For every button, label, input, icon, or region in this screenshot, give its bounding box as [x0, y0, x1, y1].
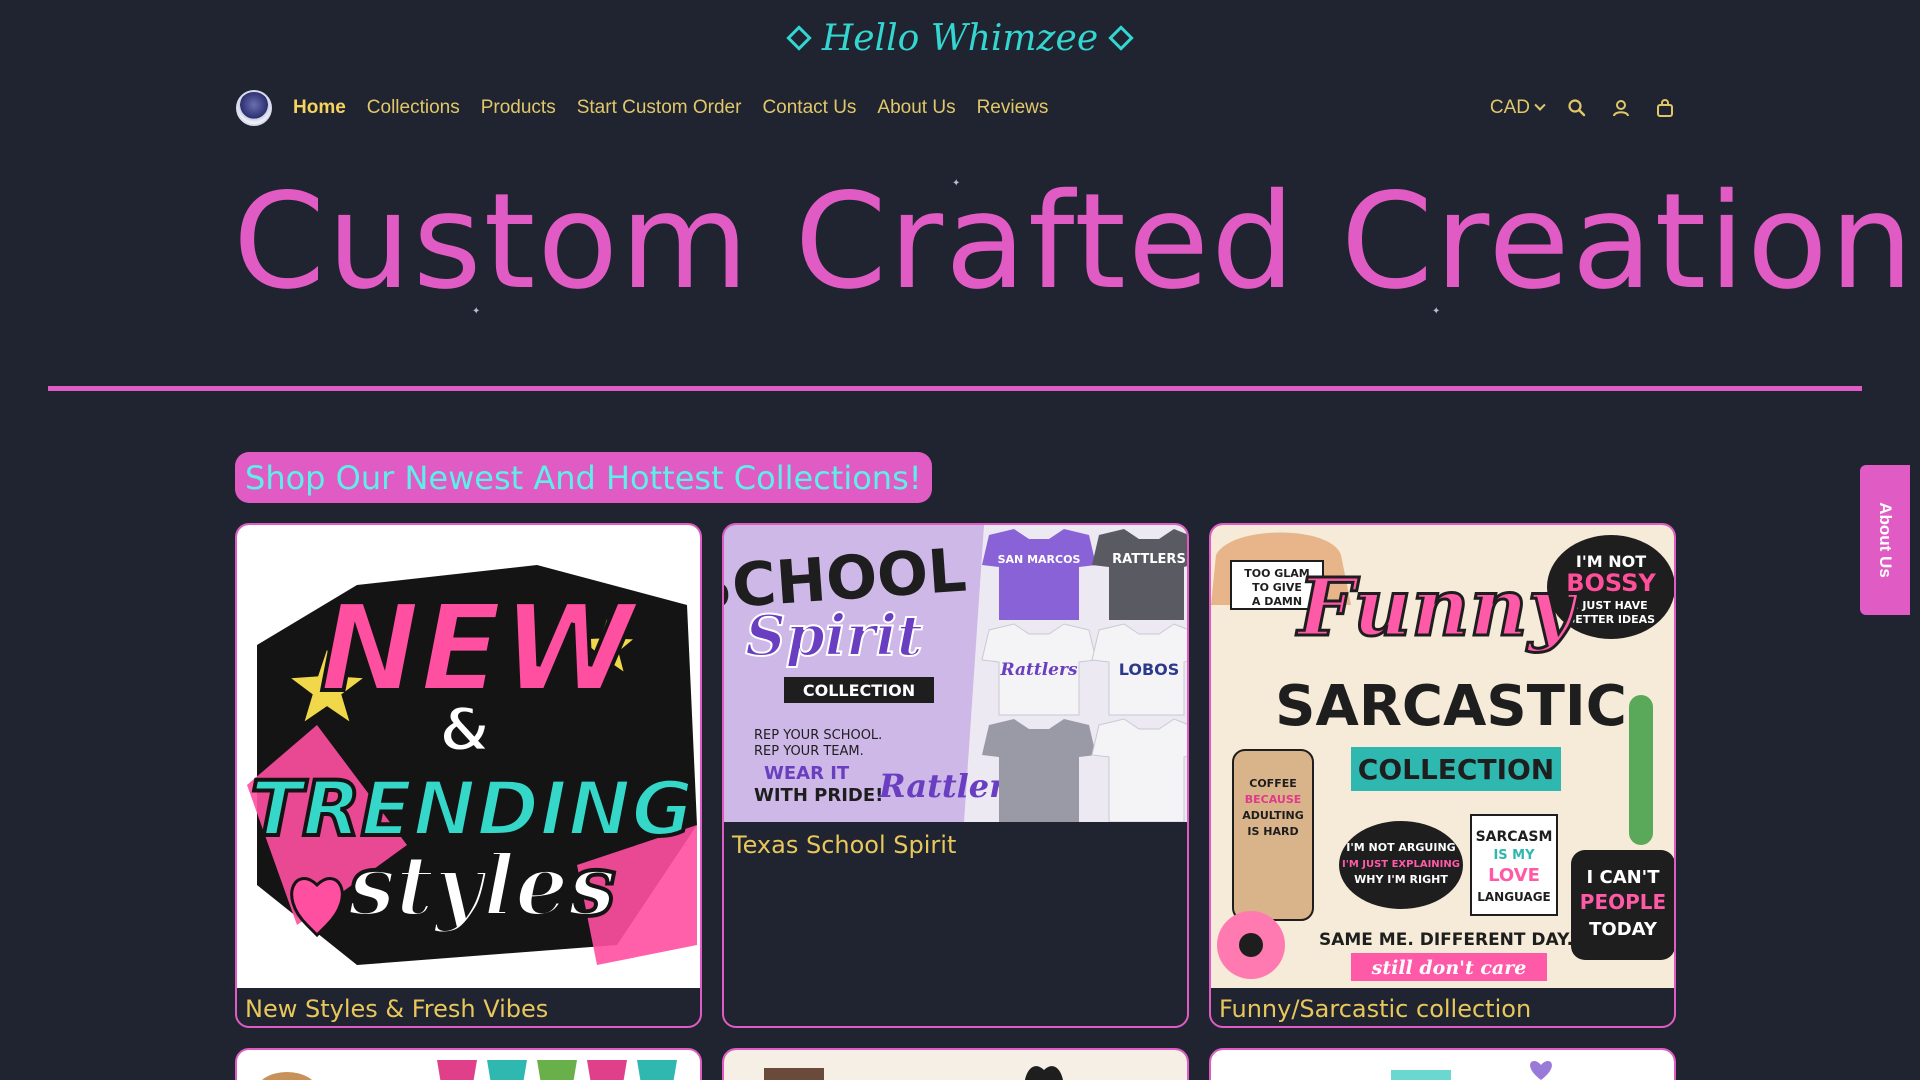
art-text: I'M JUST EXPLAINING — [1342, 859, 1460, 870]
art-text: TODAY — [1589, 919, 1658, 940]
sparkle-decoration: ✦ — [952, 178, 961, 189]
art-text: COFFEE — [1249, 777, 1296, 790]
art-text: REP YOUR SCHOOL. — [754, 728, 882, 743]
art-text: COLLECTION — [1358, 753, 1554, 786]
main-nav: Home Collections Products Start Custom O… — [293, 97, 1048, 119]
collections-heading: Shop Our Newest And Hottest Collections! — [235, 452, 932, 503]
nav-reviews[interactable]: Reviews — [977, 97, 1049, 119]
currency-selector[interactable]: CAD — [1489, 97, 1546, 119]
art-text: WHY I'M RIGHT — [1354, 873, 1448, 886]
collection-caption: Texas School Spirit — [732, 831, 957, 859]
art-text: Spirit — [745, 603, 923, 669]
collection-image — [237, 1050, 700, 1080]
diamond-icon — [786, 25, 812, 51]
chevron-down-icon — [1534, 99, 1546, 111]
art-text: IS HARD — [1247, 825, 1298, 838]
art-text: Funny — [1296, 560, 1580, 654]
nav-collections[interactable]: Collections — [367, 97, 460, 119]
header-actions: CAD — [1490, 86, 1676, 130]
sparkle-decoration: ✦ — [1432, 306, 1441, 317]
announcement-bar: Hello Whimzee — [0, 12, 1920, 64]
hero-divider — [48, 386, 1862, 391]
collection-card-texas-school-spirit[interactable]: SCHOOL Spirit COLLECTION REP YOUR SCHOOL… — [722, 523, 1189, 1028]
art-text: styles — [347, 836, 616, 935]
art-text: SAN MARCOS — [998, 553, 1081, 566]
collection-image: NEW & TRENDING styles — [237, 525, 700, 988]
art-text: TO GIVE — [1252, 581, 1302, 594]
sparkle-decoration: ✦ — [472, 306, 481, 317]
art-text: REP YOUR TEAM. — [754, 744, 864, 759]
art-text: LOBOS — [1119, 660, 1180, 679]
art-text: LOVE — [1488, 865, 1540, 886]
side-tab-label: About Us — [1876, 502, 1896, 578]
announcement-text: Hello Whimzee — [821, 17, 1099, 59]
nav-start-custom-order[interactable]: Start Custom Order — [577, 97, 742, 119]
art-text: SARCASM — [1476, 829, 1553, 845]
collection-caption: New Styles & Fresh Vibes — [245, 995, 549, 1023]
diamond-icon — [1108, 25, 1134, 51]
art-text: BECAUSE — [1245, 793, 1302, 806]
collection-image — [1211, 1050, 1674, 1080]
collection-card-funny-sarcastic[interactable]: TOO GLAM TO GIVE A DAMN I'M NOT BOSSY I … — [1209, 523, 1676, 1028]
search-icon[interactable] — [1566, 97, 1588, 119]
art-text: RATTLERS — [1112, 552, 1186, 567]
art-text: WEAR IT — [764, 763, 850, 784]
collection-image — [724, 1050, 1187, 1080]
art-text: & — [439, 695, 491, 765]
currency-label: CAD — [1489, 97, 1530, 118]
art-text: IS MY — [1493, 848, 1535, 863]
collection-card-new-styles[interactable]: NEW & TRENDING styles New Styles & Fresh… — [235, 523, 702, 1028]
art-text: I'M NOT ARGUING — [1346, 841, 1455, 854]
art-text: BOSSY — [1566, 569, 1656, 597]
collection-card[interactable] — [722, 1048, 1189, 1080]
nav-contact-us[interactable]: Contact Us — [762, 97, 856, 119]
art-text: ADULTING — [1242, 809, 1304, 822]
about-us-side-tab[interactable]: About Us — [1860, 465, 1910, 615]
nav-home[interactable]: Home — [293, 97, 346, 119]
site-header: Home Collections Products Start Custom O… — [236, 86, 1676, 130]
cart-icon[interactable] — [1654, 97, 1676, 119]
art-text: I CAN'T — [1587, 867, 1661, 888]
account-icon[interactable] — [1610, 97, 1632, 119]
art-text: I JUST HAVE — [1574, 599, 1647, 612]
art-text: COLLECTION — [803, 681, 915, 700]
nav-about-us[interactable]: About Us — [877, 97, 955, 119]
art-text: A DAMN — [1252, 595, 1302, 608]
collection-caption: Funny/Sarcastic collection — [1219, 995, 1532, 1023]
collection-card[interactable] — [1209, 1048, 1676, 1080]
art-text: still don't care — [1371, 957, 1527, 979]
art-text: Rattlers — [999, 660, 1077, 680]
collection-card[interactable] — [235, 1048, 702, 1080]
art-text: LANGUAGE — [1477, 890, 1551, 904]
nav-products[interactable]: Products — [481, 97, 556, 119]
collection-image: SCHOOL Spirit COLLECTION REP YOUR SCHOOL… — [724, 525, 1187, 822]
store-logo[interactable] — [236, 90, 272, 126]
art-text: PEOPLE — [1580, 890, 1666, 914]
art-text: SAME ME. DIFFERENT DAY. — [1319, 930, 1573, 950]
collection-image: TOO GLAM TO GIVE A DAMN I'M NOT BOSSY I … — [1211, 525, 1674, 988]
art-text: WITH PRIDE! — [754, 785, 883, 806]
hero-title: Custom Crafted Creations — [233, 165, 1920, 319]
art-text: SARCASTIC — [1275, 674, 1627, 739]
art-text: BETTER IDEAS — [1567, 613, 1655, 626]
